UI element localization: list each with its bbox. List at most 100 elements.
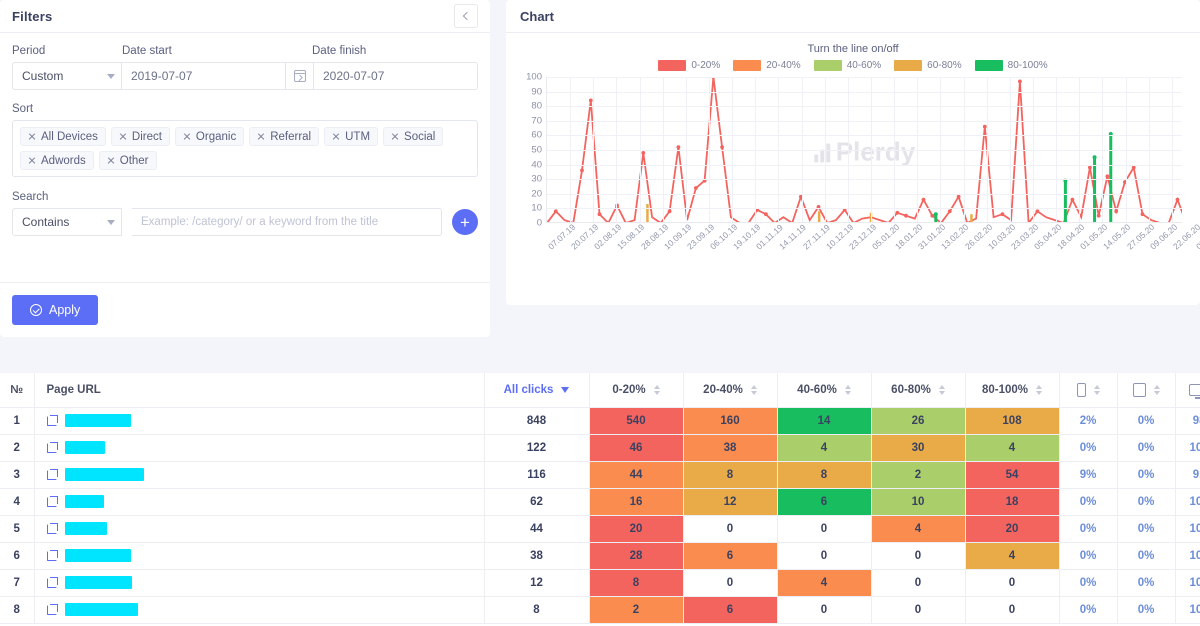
sort-tag-other[interactable]: Other [99,151,157,170]
chart-panel: Chart Turn the line on/off 0-20%20-40%40… [506,0,1200,305]
column-header-40-60[interactable]: 40-60% [777,373,871,407]
sort-tag-label: Organic [196,131,236,143]
external-link-icon[interactable] [47,577,58,588]
band-cell: 2 [589,596,683,623]
band-cell: 160 [683,407,777,434]
close-icon[interactable] [28,133,36,141]
sort-toggle-icon[interactable] [751,385,757,395]
close-icon[interactable] [183,133,191,141]
column-header-0-20[interactable]: 0-20% [589,373,683,407]
sort-toggle-icon[interactable] [1154,385,1160,395]
band-cell: 20 [589,515,683,542]
page-url-cell[interactable] [34,407,484,434]
collapse-panel-button[interactable] [454,4,478,28]
page-url-cell[interactable] [34,434,484,461]
row-number: 6 [0,542,34,569]
sort-tag-organic[interactable]: Organic [175,127,244,146]
add-search-rule-button[interactable]: + [452,209,478,235]
page-url-cell[interactable] [34,515,484,542]
band-cell: 44 [589,461,683,488]
apply-button[interactable]: Apply [12,295,98,325]
calendar-icon [294,70,306,82]
grid-line [1056,77,1057,222]
column-header-mobile[interactable] [1059,373,1117,407]
band-cell: 38 [683,434,777,461]
sort-toggle-icon[interactable] [1036,385,1042,395]
legend-item-40-60%[interactable]: 40-60% [814,60,881,71]
column-header-all-clicks[interactable]: All clicks [484,373,589,407]
close-icon[interactable] [257,133,265,141]
sort-toggle-icon[interactable] [654,385,660,395]
external-link-icon[interactable] [47,550,58,561]
external-link-icon[interactable] [47,442,58,453]
search-input[interactable] [141,216,432,228]
legend-item-80-100%[interactable]: 80-100% [975,60,1048,71]
sort-tag-referral[interactable]: Referral [249,127,319,146]
sort-desc-icon[interactable] [561,387,569,393]
all-clicks-cell: 8 [484,596,589,623]
sort-tag-direct[interactable]: Direct [111,127,170,146]
mobile-share-cell: 0% [1059,542,1117,569]
sort-toggle-icon[interactable] [845,385,851,395]
sort-toggle-icon[interactable] [939,385,945,395]
close-icon[interactable] [332,133,340,141]
close-icon[interactable] [391,133,399,141]
band-label: 20-40% [703,384,743,396]
column-header-tablet[interactable] [1117,373,1175,407]
external-link-icon[interactable] [47,604,58,615]
mobile-share-cell: 9% [1059,461,1117,488]
external-link-icon[interactable] [47,469,58,480]
close-icon[interactable] [107,157,115,165]
legend-item-60-80%[interactable]: 60-80% [894,60,961,71]
external-link-icon[interactable] [47,415,58,426]
close-icon[interactable] [119,133,127,141]
table-row[interactable]: 712804000%0%100% [0,569,1200,596]
sort-tag-social[interactable]: Social [383,127,443,146]
search-mode-select[interactable]: Contains [12,208,122,236]
legend-label: 60-80% [927,60,961,71]
band-cell: 26 [871,407,965,434]
column-header-80-100[interactable]: 80-100% [965,373,1059,407]
table-row[interactable]: 6382860040%0%100% [0,542,1200,569]
redacted-url [65,414,131,427]
legend-item-0-20%[interactable]: 0-20% [658,60,720,71]
sort-tag-all-devices[interactable]: All Devices [20,127,106,146]
band-cell: 28 [589,542,683,569]
table-row[interactable]: 54420004200%0%100% [0,515,1200,542]
sort-toggle-icon[interactable] [1094,385,1100,395]
page-url-cell[interactable] [34,569,484,596]
page-url-cell[interactable] [34,542,484,569]
external-link-icon[interactable] [47,496,58,507]
column-header-20-40[interactable]: 20-40% [683,373,777,407]
table-row[interactable]: 2122463843040%0%100% [0,434,1200,461]
close-icon[interactable] [28,157,36,165]
date-finish-input[interactable]: 2020-07-07 [314,62,478,90]
column-header-desktop[interactable] [1175,373,1200,407]
date-start-input[interactable]: 2019-07-07 [122,62,286,90]
page-url-cell[interactable] [34,461,484,488]
column-header-60-80[interactable]: 60-80% [871,373,965,407]
calendar-picker-button[interactable] [286,62,314,90]
period-label: Period [12,45,122,57]
table-row[interactable]: 4621612610180%0%100% [0,488,1200,515]
table-row[interactable]: 184854016014261082%0%98% [0,407,1200,434]
band-cell: 18 [965,488,1059,515]
tablet-share-cell: 0% [1117,461,1175,488]
grid-line [547,194,1182,195]
column-header-number: № [0,373,34,407]
table-row[interactable]: 311644882549%0%91% [0,461,1200,488]
grid-line [1126,77,1127,222]
sort-tag-adwords[interactable]: Adwords [20,151,94,170]
external-link-icon[interactable] [47,523,58,534]
grid-line [547,150,1182,151]
page-url-cell[interactable] [34,488,484,515]
period-select[interactable]: Custom [12,62,122,90]
sort-tag-utm[interactable]: UTM [324,127,378,146]
legend-label: 40-60% [847,60,881,71]
y-tick-label: 70 [531,115,542,126]
legend-item-20-40%[interactable]: 20-40% [733,60,800,71]
table-row[interactable]: 88260000%0%100% [0,596,1200,623]
grid-line [1172,77,1173,222]
page-url-cell[interactable] [34,596,484,623]
search-input-wrap [132,208,442,236]
